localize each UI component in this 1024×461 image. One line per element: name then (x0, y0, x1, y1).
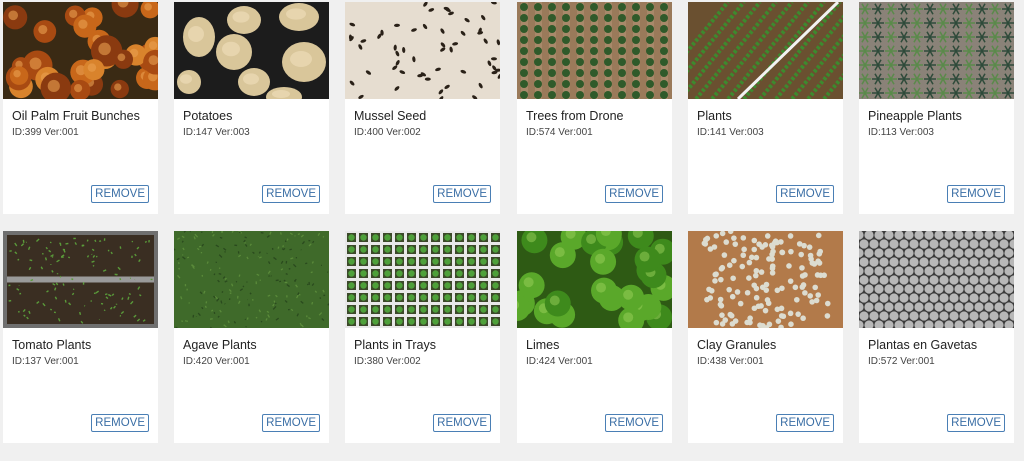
remove-button[interactable]: REMOVE (91, 185, 149, 203)
dataset-thumbnail[interactable] (517, 231, 672, 328)
dataset-card[interactable]: Plants ID:141 Ver:003 REMOVE (688, 2, 843, 214)
remove-button[interactable]: REMOVE (776, 414, 834, 432)
dataset-title: Clay Granules (697, 338, 777, 352)
dataset-title: Plants (697, 109, 732, 123)
remove-button[interactable]: REMOVE (947, 414, 1005, 432)
dataset-thumbnail[interactable] (3, 231, 158, 328)
dataset-title: Trees from Drone (526, 109, 624, 123)
dataset-card[interactable]: Potatoes ID:147 Ver:003 REMOVE (174, 2, 329, 214)
dataset-title: Tomato Plants (12, 338, 92, 352)
dataset-card[interactable]: Clay Granules ID:438 Ver:001 REMOVE (688, 231, 843, 443)
dataset-card[interactable]: Agave Plants ID:420 Ver:001 REMOVE (174, 231, 329, 443)
remove-button[interactable]: REMOVE (947, 185, 1005, 203)
dataset-card[interactable]: Tomato Plants ID:137 Ver:001 REMOVE (3, 231, 158, 443)
dataset-title: Pineapple Plants (868, 109, 962, 123)
dataset-title: Potatoes (183, 109, 233, 123)
dataset-id-version: ID:438 Ver:001 (697, 356, 764, 367)
dataset-id-version: ID:137 Ver:001 (12, 356, 79, 367)
dataset-thumbnail[interactable] (345, 231, 500, 328)
remove-button[interactable]: REMOVE (433, 414, 491, 432)
dataset-title: Mussel Seed (354, 109, 427, 123)
dataset-card[interactable]: Limes ID:424 Ver:001 REMOVE (517, 231, 672, 443)
dataset-id-version: ID:399 Ver:001 (12, 127, 79, 138)
dataset-card[interactable]: Plantas en Gavetas ID:572 Ver:001 REMOVE (859, 231, 1014, 443)
dataset-title: Plants in Trays (354, 338, 436, 352)
remove-button[interactable]: REMOVE (433, 185, 491, 203)
dataset-thumbnail[interactable] (174, 2, 329, 99)
dataset-id-version: ID:424 Ver:001 (526, 356, 593, 367)
dataset-id-version: ID:400 Ver:002 (354, 127, 421, 138)
dataset-title: Limes (526, 338, 560, 352)
dataset-thumbnail[interactable] (688, 231, 843, 328)
dataset-thumbnail[interactable] (859, 231, 1014, 328)
dataset-card[interactable]: Mussel Seed ID:400 Ver:002 REMOVE (345, 2, 500, 214)
dataset-thumbnail[interactable] (688, 2, 843, 99)
remove-button[interactable]: REMOVE (605, 185, 663, 203)
dataset-thumbnail[interactable] (345, 2, 500, 99)
remove-button[interactable]: REMOVE (776, 185, 834, 203)
remove-button[interactable]: REMOVE (91, 414, 149, 432)
dataset-title: Agave Plants (183, 338, 257, 352)
dataset-grid: Oil Palm Fruit Bunches ID:399 Ver:001 REMO… (0, 0, 1024, 461)
dataset-card[interactable]: Pineapple Plants ID:113 Ver:003 REMOVE (859, 2, 1014, 214)
dataset-id-version: ID:420 Ver:001 (183, 356, 250, 367)
dataset-id-version: ID:113 Ver:003 (868, 127, 934, 138)
dataset-thumbnail[interactable] (3, 2, 158, 99)
remove-button[interactable]: REMOVE (262, 185, 320, 203)
dataset-id-version: ID:141 Ver:003 (697, 127, 764, 138)
remove-button[interactable]: REMOVE (605, 414, 663, 432)
dataset-card[interactable]: Oil Palm Fruit Bunches ID:399 Ver:001 REMO… (3, 2, 158, 214)
dataset-id-version: ID:380 Ver:002 (354, 356, 421, 367)
dataset-id-version: ID:574 Ver:001 (526, 127, 593, 138)
dataset-thumbnail[interactable] (517, 2, 672, 99)
dataset-card[interactable]: Trees from Drone ID:574 Ver:001 REMOVE (517, 2, 672, 214)
dataset-title: Plantas en Gavetas (868, 338, 978, 352)
dataset-title: Oil Palm Fruit Bunches (12, 109, 140, 123)
dataset-id-version: ID:147 Ver:003 (183, 127, 250, 138)
dataset-thumbnail[interactable] (174, 231, 329, 328)
dataset-thumbnail[interactable] (859, 2, 1014, 99)
dataset-id-version: ID:572 Ver:001 (868, 356, 935, 367)
remove-button[interactable]: REMOVE (262, 414, 320, 432)
dataset-card[interactable]: Plants in Trays ID:380 Ver:002 REMOVE (345, 231, 500, 443)
